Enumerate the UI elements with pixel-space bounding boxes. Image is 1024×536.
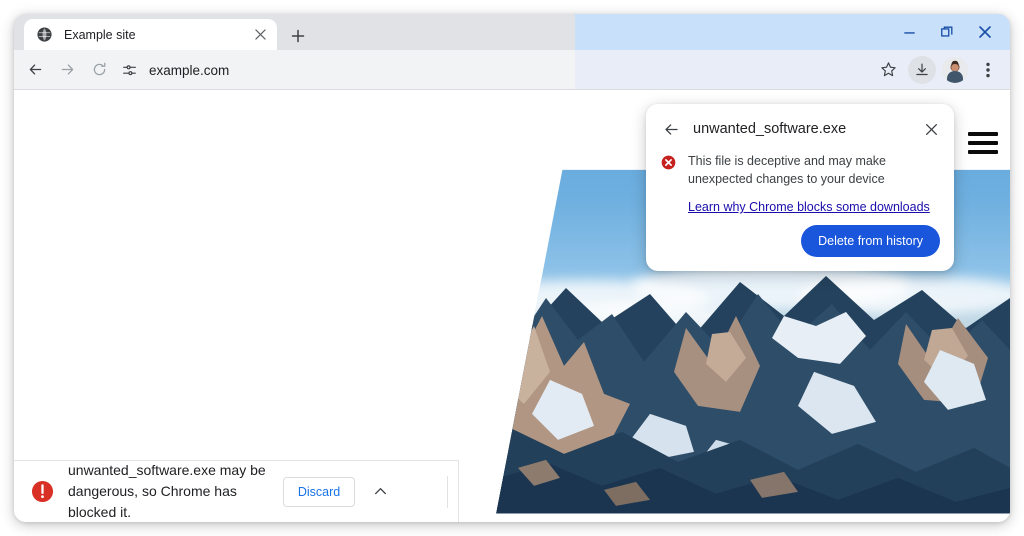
tune-icon[interactable] (120, 61, 138, 79)
hamburger-menu-icon[interactable] (968, 132, 998, 154)
back-button[interactable] (20, 55, 50, 85)
arrow-left-icon[interactable] (660, 118, 682, 140)
reload-button[interactable] (84, 55, 114, 85)
toolbar-actions (868, 50, 1002, 89)
forward-button[interactable] (52, 55, 82, 85)
chevron-up-icon[interactable] (367, 479, 393, 505)
hamburger-bar (968, 132, 998, 136)
delete-from-history-button[interactable]: Delete from history (801, 225, 940, 257)
hamburger-bar (968, 141, 998, 145)
browser-window: Example site example.com unwanted_softwa… (14, 14, 1010, 522)
download-shelf: unwanted_software.exe may be dangerous, … (14, 460, 459, 522)
minimize-icon[interactable] (890, 14, 928, 50)
three-dot-menu-icon[interactable] (974, 56, 1002, 84)
learn-why-link[interactable]: Learn why Chrome blocks some downloads (688, 200, 930, 214)
restore-icon[interactable] (928, 14, 966, 50)
omnibox[interactable]: example.com (120, 58, 229, 82)
omnibox-url-text: example.com (149, 62, 230, 78)
shelf-divider (447, 476, 448, 508)
new-tab-button[interactable] (286, 24, 310, 48)
browser-tab[interactable]: Example site (24, 19, 277, 50)
tab-title: Example site (64, 27, 136, 42)
window-controls (890, 14, 1004, 50)
tab-strip: Example site (14, 14, 1010, 50)
download-file-name: unwanted_software.exe (693, 121, 847, 137)
avatar[interactable] (942, 56, 968, 83)
close-icon[interactable] (966, 14, 1004, 50)
download-bubble-header: unwanted_software.exe (646, 104, 954, 154)
download-bubble-text: This file is deceptive and may make unex… (688, 152, 942, 216)
star-icon[interactable] (874, 56, 902, 84)
download-icon[interactable] (908, 55, 936, 84)
error-x-circle-icon (660, 154, 676, 170)
mountain-silhouette (496, 276, 1010, 514)
tab-close-icon[interactable] (251, 26, 269, 44)
globe-icon (36, 27, 52, 43)
download-bubble: unwanted_software.exe This file is decep… (646, 104, 954, 271)
discard-button[interactable]: Discard (283, 476, 355, 507)
error-circle-icon (30, 480, 54, 504)
download-shelf-message: unwanted_software.exe may be dangerous, … (68, 462, 266, 520)
hamburger-bar (968, 150, 998, 154)
deceptive-file-warning: This file is deceptive and may make unex… (688, 154, 887, 186)
download-bubble-body: This file is deceptive and may make unex… (660, 152, 942, 216)
close-icon[interactable] (920, 118, 942, 140)
